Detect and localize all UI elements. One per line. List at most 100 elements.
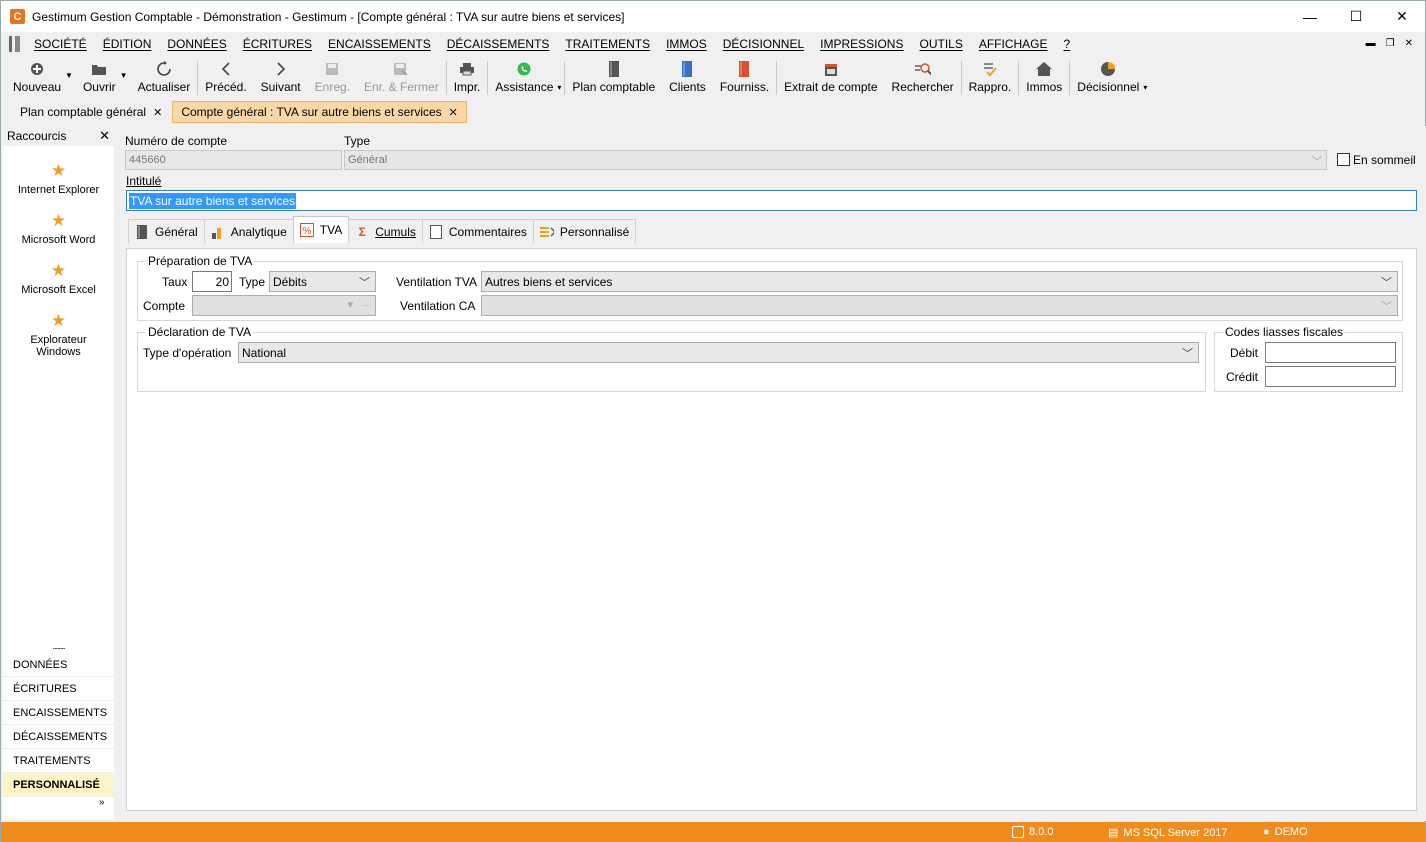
clients-button[interactable]: Clients	[662, 57, 713, 99]
sidebar-splitter[interactable]: ........	[3, 642, 114, 651]
close-icon[interactable]: ✕	[99, 128, 110, 144]
menu-decaissements[interactable]: DÉCAISSEMENTS	[447, 37, 550, 51]
suivant-button[interactable]: Suivant	[254, 57, 308, 99]
debit-label: Débit	[1230, 346, 1259, 360]
type-tva-select[interactable]: Débits ﹀	[269, 271, 376, 292]
rapprochement-button[interactable]: Rappro.	[962, 57, 1019, 99]
tva-tab-panel: Préparation de TVA Taux 20 Type Débits ﹀…	[126, 248, 1417, 811]
user-status: ● DEMO	[1263, 826, 1308, 838]
shortcut-microsoft-excel[interactable]: ★ Microsoft Excel	[3, 261, 114, 297]
close-button[interactable]: ✕	[1379, 1, 1425, 32]
menu-outils[interactable]: OUTILS	[919, 37, 962, 51]
pie-chart-icon	[1100, 61, 1116, 77]
tab-general[interactable]: Général	[128, 219, 205, 243]
extrait-compte-button[interactable]: Extrait de compte	[777, 57, 884, 99]
menu-ecritures[interactable]: ÉCRITURES	[243, 37, 312, 51]
menu-traitements[interactable]: TRAITEMENTS	[565, 37, 650, 51]
menu-affichage[interactable]: AFFICHAGE	[979, 37, 1048, 51]
tab-tva[interactable]: % TVA	[292, 216, 350, 243]
enregistrer-fermer-button[interactable]: Enr. & Fermer	[357, 57, 446, 99]
sidebar-item-encaissements[interactable]: ENCAISSEMENTS	[3, 701, 114, 725]
save-close-icon	[393, 61, 409, 77]
chevron-down-icon: ﹀	[359, 277, 370, 289]
taux-input[interactable]: 20	[192, 271, 232, 292]
plan-comptable-button[interactable]: Plan comptable	[565, 57, 662, 99]
tab-commentaires[interactable]: Commentaires	[421, 219, 534, 243]
ventilation-tva-label: Ventilation TVA	[396, 275, 477, 289]
menu-encaissements[interactable]: ENCAISSEMENTS	[328, 37, 431, 51]
actualiser-button[interactable]: Actualiser	[131, 57, 198, 99]
sidebar-item-traitements[interactable]: TRAITEMENTS	[3, 749, 114, 773]
ouvrir-button[interactable]: Ouvrir	[76, 57, 123, 99]
close-icon[interactable]: ✕	[153, 106, 162, 119]
imprimer-button[interactable]: Impr.	[447, 57, 488, 99]
toolbar-overflow-icon[interactable]: ▾	[557, 83, 561, 92]
type-operation-select[interactable]: National ﹀	[238, 342, 1199, 363]
tab-cumuls[interactable]: Σ Cumuls	[348, 219, 423, 243]
status-bar: 8.0.0 ▤ MS SQL Server 2017 ● DEMO	[1, 822, 1425, 842]
sidebar-item-personnalise[interactable]: PERSONNALISÉ	[3, 773, 114, 797]
ventilation-ca-label: Ventilation CA	[400, 299, 476, 313]
ouvrir-dropdown-icon[interactable]: ▼	[120, 71, 128, 80]
menu-societe[interactable]: SOCIÉTÉ	[34, 37, 87, 51]
credit-input[interactable]	[1265, 366, 1396, 387]
assistance-button[interactable]: Assistance	[488, 57, 560, 99]
mdi-close-icon[interactable]: ✕	[1405, 38, 1413, 49]
shortcut-explorateur-windows[interactable]: ★ Explorateur Windows	[3, 311, 114, 359]
database-icon: ▤	[1108, 827, 1119, 839]
checklist-icon	[982, 61, 998, 77]
toolbar-overflow-icon[interactable]: ▾	[1143, 83, 1147, 92]
menu-edition[interactable]: ÉDITION	[103, 37, 152, 51]
doc-tab-compte-general[interactable]: Compte général : TVA sur autre biens et …	[172, 101, 467, 123]
chevron-double-icon[interactable]: »	[99, 797, 105, 808]
sidebar-item-ecritures[interactable]: ÉCRITURES	[3, 677, 114, 701]
shortcut-internet-explorer[interactable]: ★ Internet Explorer	[3, 162, 114, 197]
enregistrer-button[interactable]: Enreg.	[308, 57, 357, 99]
ventilation-tva-select[interactable]: Autres biens et services ﹀	[481, 271, 1398, 292]
close-icon[interactable]: ✕	[449, 106, 458, 119]
checkbox-icon[interactable]	[1337, 153, 1350, 166]
precedent-button[interactable]: Précéd.	[198, 57, 253, 99]
book-icon	[606, 61, 622, 77]
rechercher-button[interactable]: Rechercher	[885, 57, 961, 99]
doc-tab-plan-comptable[interactable]: Plan comptable général ✕	[12, 101, 170, 123]
chevron-down-icon: ▾	[347, 299, 353, 311]
fournisseurs-button[interactable]: Fourniss.	[713, 57, 776, 99]
tab-personnalise[interactable]: Personnalisé	[532, 219, 637, 243]
ventilation-ca-select[interactable]: ﹀	[481, 295, 1398, 316]
app-logo-icon	[1012, 826, 1024, 838]
chevron-right-icon	[273, 61, 289, 77]
ellipsis-button[interactable]: …	[361, 297, 372, 309]
type-select[interactable]: Général ﹀	[344, 150, 1327, 170]
intitule-input[interactable]: TVA sur autre biens et services	[126, 190, 1417, 211]
compte-select[interactable]: ▾ …	[192, 295, 376, 316]
menu-immos[interactable]: IMMOS	[666, 37, 707, 51]
en-sommeil-checkbox[interactable]: En sommeil	[1337, 153, 1416, 167]
minimize-button[interactable]: —	[1287, 1, 1333, 32]
menu-help[interactable]: ?	[1064, 37, 1071, 51]
maximize-button[interactable]: ☐	[1333, 1, 1379, 32]
mdi-minimize-icon[interactable]: ▬	[1366, 38, 1376, 49]
menu-impressions[interactable]: IMPRESSIONS	[820, 37, 903, 51]
percent-icon: %	[299, 223, 314, 237]
star-icon: ★	[50, 261, 67, 280]
tab-analytique[interactable]: Analytique	[203, 219, 294, 243]
nouveau-button[interactable]: Nouveau	[6, 57, 68, 99]
chevron-down-icon: ﹀	[1381, 301, 1392, 313]
credit-label: Crédit	[1226, 370, 1259, 384]
menu-decisionnel[interactable]: DÉCISIONNEL	[723, 37, 804, 51]
menu-bar: SOCIÉTÉ ÉDITION DONNÉES ÉCRITURES ENCAIS…	[1, 32, 1425, 56]
toolbar: Nouveau ▼ Ouvrir ▼ Actualiser Précéd. Su…	[6, 57, 1239, 99]
mdi-restore-icon[interactable]: ❐	[1386, 38, 1395, 49]
debit-input[interactable]	[1265, 342, 1396, 363]
shortcut-microsoft-word[interactable]: ★ Microsoft Word	[3, 212, 114, 247]
numero-compte-field[interactable]: 445660	[125, 150, 342, 170]
star-icon: ★	[50, 311, 67, 330]
immos-button[interactable]: Immos	[1019, 57, 1069, 99]
nouveau-dropdown-icon[interactable]: ▼	[65, 71, 73, 80]
sidebar-item-decaissements[interactable]: DÉCAISSEMENTS	[3, 725, 114, 749]
sidebar-item-donnees[interactable]: DONNÉES	[3, 653, 114, 677]
decisionnel-button[interactable]: Décisionnel	[1070, 57, 1146, 99]
menu-donnees[interactable]: DONNÉES	[167, 37, 226, 51]
sidebar-nav: DONNÉES ÉCRITURES ENCAISSEMENTS DÉCAISSE…	[3, 653, 114, 797]
